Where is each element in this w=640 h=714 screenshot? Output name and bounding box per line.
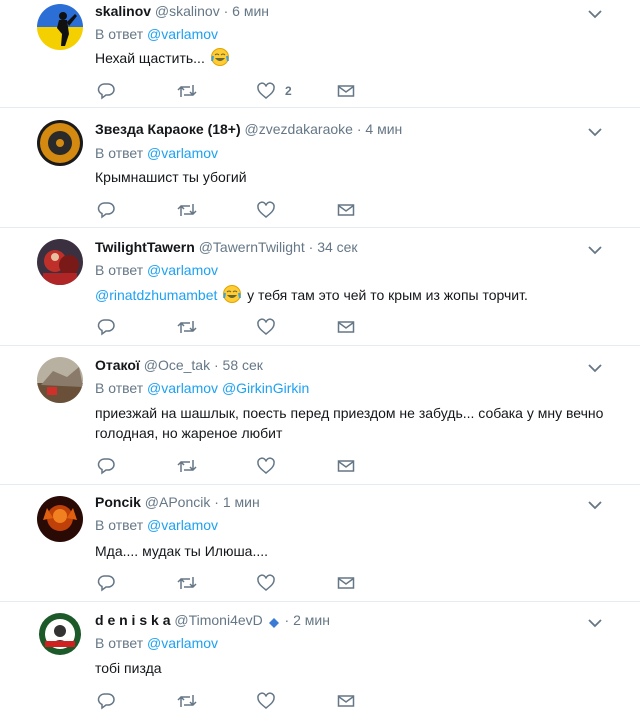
face-with-tears-of-joy-icon <box>223 285 242 308</box>
tweet-actions <box>97 456 377 476</box>
retweet-icon[interactable] <box>177 573 197 593</box>
reply-icon[interactable] <box>97 456 115 476</box>
retweet-icon[interactable] <box>177 456 197 476</box>
tweet-card[interactable]: Poncik @APoncik · 1 мин В ответ @varlamo… <box>0 485 640 602</box>
tweet-text: @rinatdzhumambet у тебя там это чей то к… <box>95 285 615 308</box>
diamond-badge-icon <box>268 615 279 631</box>
author-handle[interactable]: @Oce_tak <box>144 357 210 373</box>
message-icon[interactable] <box>337 81 355 101</box>
author-name[interactable]: Звезда Караоке (18+) <box>95 121 241 137</box>
author-name[interactable]: Отакої <box>95 357 140 373</box>
avatar[interactable] <box>37 239 83 285</box>
like-icon[interactable] <box>257 317 275 337</box>
avatar[interactable] <box>37 496 83 542</box>
reply-context: В ответ @varlamov @GirkinGirkin <box>95 380 310 396</box>
tweet-text: тобі пизда <box>95 660 162 676</box>
like-icon[interactable] <box>257 691 275 711</box>
retweet-icon[interactable] <box>177 200 197 220</box>
message-icon[interactable] <box>337 317 355 337</box>
author-handle[interactable]: @TawernTwilight <box>199 239 305 255</box>
reply-icon[interactable] <box>97 81 115 101</box>
reply-context: В ответ @varlamov <box>95 26 219 42</box>
author-name[interactable]: skalinov <box>95 3 151 19</box>
avatar[interactable] <box>37 611 83 657</box>
author-name[interactable]: Poncik <box>95 494 141 510</box>
author-handle[interactable]: @Timoni4evD <box>174 612 262 628</box>
tweet-text: Мда.... мудак ты Илюша.... <box>95 543 269 559</box>
retweet-icon[interactable] <box>177 81 197 101</box>
like-icon[interactable] <box>257 200 275 220</box>
reply-context: В ответ @varlamov <box>95 145 219 161</box>
tweet-card[interactable]: d e n i s k a @Timoni4evD · 2 мин В отве… <box>0 602 640 714</box>
reply-mention[interactable]: @varlamov <box>147 635 218 651</box>
reply-context: В ответ @varlamov <box>95 517 219 533</box>
like-icon[interactable] <box>257 573 275 593</box>
tweet-text: приезжай на шашлык, поесть перед приездо… <box>95 405 604 441</box>
tweet-actions <box>97 691 377 711</box>
tweet-time[interactable]: 4 мин <box>365 121 402 137</box>
message-icon[interactable] <box>337 573 355 593</box>
tweet-time[interactable]: 2 мин <box>293 612 330 628</box>
tweet-text: Нехай щастить... <box>95 48 615 71</box>
reply-mention[interactable]: @varlamov <box>147 517 218 533</box>
chevron-down-icon[interactable] <box>587 243 603 255</box>
author-handle[interactable]: @APoncik <box>145 494 211 510</box>
tweet-time[interactable]: 1 мин <box>223 494 260 510</box>
retweet-icon[interactable] <box>177 691 197 711</box>
reply-context: В ответ @varlamov <box>95 262 219 278</box>
reply-mention[interactable]: @varlamov <box>147 26 218 42</box>
tweet-card[interactable]: Отакої @Oce_tak · 58 сек В ответ @varlam… <box>0 346 640 485</box>
avatar[interactable] <box>37 120 83 166</box>
author-handle[interactable]: @zvezdakaraoke <box>245 121 353 137</box>
message-icon[interactable] <box>337 200 355 220</box>
tweet-actions <box>97 317 377 337</box>
author-handle[interactable]: @skalinov <box>155 3 220 19</box>
chevron-down-icon[interactable] <box>587 7 603 19</box>
reply-mention[interactable]: @varlamov <box>147 380 218 396</box>
tweet-card[interactable]: skalinov @skalinov · 6 мин В ответ @varl… <box>0 0 640 108</box>
retweet-icon[interactable] <box>177 317 197 337</box>
avatar[interactable] <box>37 4 83 50</box>
tweet-actions <box>97 200 377 220</box>
reply-icon[interactable] <box>97 573 115 593</box>
reply-icon[interactable] <box>97 317 115 337</box>
like-icon[interactable] <box>257 456 275 476</box>
like-icon[interactable]: 2 <box>257 81 292 101</box>
reply-mention[interactable]: @varlamov <box>147 145 218 161</box>
message-icon[interactable] <box>337 456 355 476</box>
chevron-down-icon[interactable] <box>587 125 603 137</box>
face-with-tears-of-joy-icon <box>210 48 229 71</box>
author-name[interactable]: d e n i s k a <box>95 612 170 628</box>
avatar[interactable] <box>37 357 83 403</box>
message-icon[interactable] <box>337 691 355 711</box>
tweet-time[interactable]: 34 сек <box>317 239 357 255</box>
chevron-down-icon[interactable] <box>587 616 603 628</box>
text-mention[interactable]: @rinatdzhumambet <box>95 287 217 303</box>
reply-context: В ответ @varlamov <box>95 635 219 651</box>
reply-icon[interactable] <box>97 691 115 711</box>
tweet-card[interactable]: TwilightTawern @TawernTwilight · 34 сек … <box>0 228 640 346</box>
tweet-actions <box>97 573 377 593</box>
reply-mention[interactable]: @varlamov <box>147 262 218 278</box>
tweet-time[interactable]: 58 сек <box>223 357 263 373</box>
author-name[interactable]: TwilightTawern <box>95 239 195 255</box>
like-count: 2 <box>285 84 292 98</box>
reply-mention[interactable]: @GirkinGirkin <box>222 380 309 396</box>
tweet-time[interactable]: 6 мин <box>232 3 269 19</box>
tweet-text: Крымнашист ты убогий <box>95 169 247 185</box>
chevron-down-icon[interactable] <box>587 498 603 510</box>
tweet-card[interactable]: Звезда Караоке (18+) @zvezdakaraoke · 4 … <box>0 108 640 228</box>
chevron-down-icon[interactable] <box>587 361 603 373</box>
reply-icon[interactable] <box>97 200 115 220</box>
tweet-actions: 2 <box>97 81 377 101</box>
